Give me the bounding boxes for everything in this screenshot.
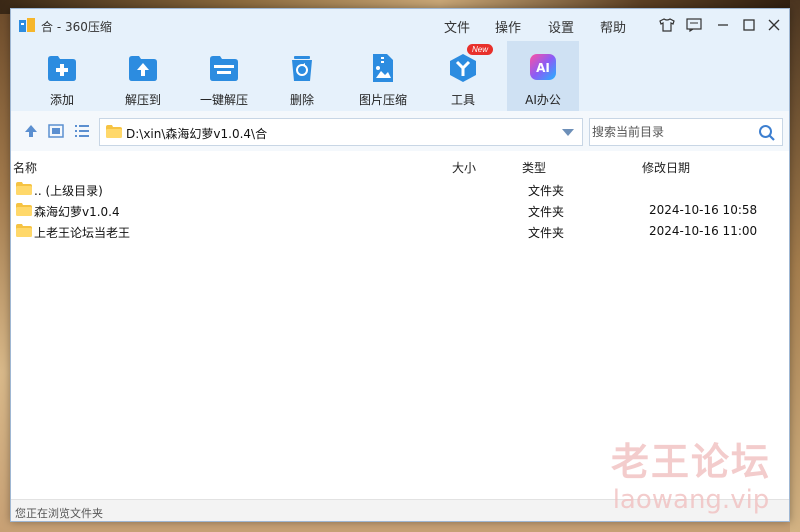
image-compress-button[interactable]: 图片压缩 [347,41,419,111]
tools-label: 工具 [450,93,475,107]
minimize-button[interactable] [712,15,734,35]
toolbar: 添加 解压到 一键解压 删除 图片压缩 New 工具 AI AI办公 [11,41,789,111]
column-modified[interactable]: 修改日期 [642,159,690,176]
delete-button[interactable]: 删除 [266,41,338,111]
folder-icon [16,224,32,237]
add-label: 添加 [49,93,74,107]
path-field[interactable]: D:\xin\森海幻萝v1.0.4\合 [99,118,583,146]
ai-icon-text: AI [536,61,550,75]
list-view-icon[interactable] [74,124,90,138]
window-title: 合 - 360压缩 [41,20,112,34]
file-name: 上老王论坛当老王 [34,226,131,240]
file-date: 2024-10-16 11:00 [649,224,758,238]
file-name: .. (上级目录) [34,184,103,198]
one-click-extract-label: 一键解压 [199,93,248,107]
maximize-button[interactable] [738,15,760,35]
ai-office-button[interactable]: AI AI办公 [507,41,579,111]
menu-help[interactable]: 帮助 [600,17,626,36]
shirt-icon [659,18,675,32]
status-text: 您正在浏览文件夹 [15,507,103,520]
folder-icon [16,203,32,216]
file-type: 文件夹 [528,226,565,240]
folder-icon [16,182,32,195]
minimize-icon [718,24,728,26]
extract-to-icon [129,56,157,81]
search-input[interactable] [592,121,752,143]
add-button[interactable]: 添加 [26,41,98,111]
close-icon [768,19,780,31]
file-name: 森海幻萝v1.0.4 [34,205,120,219]
search-field[interactable] [589,118,783,146]
list-item[interactable]: .. (上级目录) 文件夹 [11,179,789,200]
maximize-icon [743,19,755,31]
thumbnail-view-icon[interactable] [48,124,64,138]
trash-icon [292,56,312,81]
close-button[interactable] [763,15,785,35]
new-badge: New [467,44,494,55]
tools-icon [450,54,476,82]
file-list: .. (上级目录) 文件夹 森海幻萝v1.0.4 文件夹 2024-10-16 … [11,179,789,242]
add-archive-icon [48,56,76,81]
status-bar: 您正在浏览文件夹 [11,499,789,521]
ai-office-icon: AI [530,54,556,80]
file-type: 文件夹 [528,205,565,219]
search-icon[interactable] [758,124,776,142]
file-date: 2024-10-16 10:58 [649,203,758,217]
column-size[interactable]: 大小 [452,159,476,176]
title-bar: 合 - 360压缩 文件 操作 设置 帮助 [11,9,789,41]
image-compress-label: 图片压缩 [358,93,407,107]
up-arrow-icon[interactable] [23,124,39,138]
ai-office-label: AI办公 [525,93,561,107]
path-text: D:\xin\森海幻萝v1.0.4\合 [126,127,268,141]
list-item[interactable]: 上老王论坛当老王 文件夹 2024-10-16 11:00 [11,221,789,242]
app-logo-icon [19,18,35,32]
skin-button[interactable] [656,15,678,35]
file-type: 文件夹 [528,184,565,198]
menu-file[interactable]: 文件 [444,17,470,36]
tools-button[interactable]: New 工具 [427,41,499,111]
menu-operate[interactable]: 操作 [495,17,521,36]
app-window: 合 - 360压缩 文件 操作 设置 帮助 添加 解压到 一键解压 删除 图片压… [10,8,790,522]
folder-icon [106,125,122,138]
chevron-down-icon[interactable] [562,129,574,136]
extract-to-label: 解压到 [124,93,161,107]
one-click-extract-icon [210,56,238,81]
feedback-button[interactable] [683,15,705,35]
one-click-extract-button[interactable]: 一键解压 [188,41,260,111]
image-compress-icon [373,54,393,82]
list-item[interactable]: 森海幻萝v1.0.4 文件夹 2024-10-16 10:58 [11,200,789,221]
column-name[interactable]: 名称 [13,159,37,176]
desktop-background-right [790,0,800,532]
delete-label: 删除 [289,93,314,107]
column-type[interactable]: 类型 [522,159,546,176]
navigation-bar: D:\xin\森海幻萝v1.0.4\合 [11,111,789,151]
extract-to-button[interactable]: 解压到 [107,41,179,111]
menu-settings[interactable]: 设置 [548,17,574,36]
list-header: 名称 大小 类型 修改日期 [11,155,789,177]
message-icon [686,18,702,32]
